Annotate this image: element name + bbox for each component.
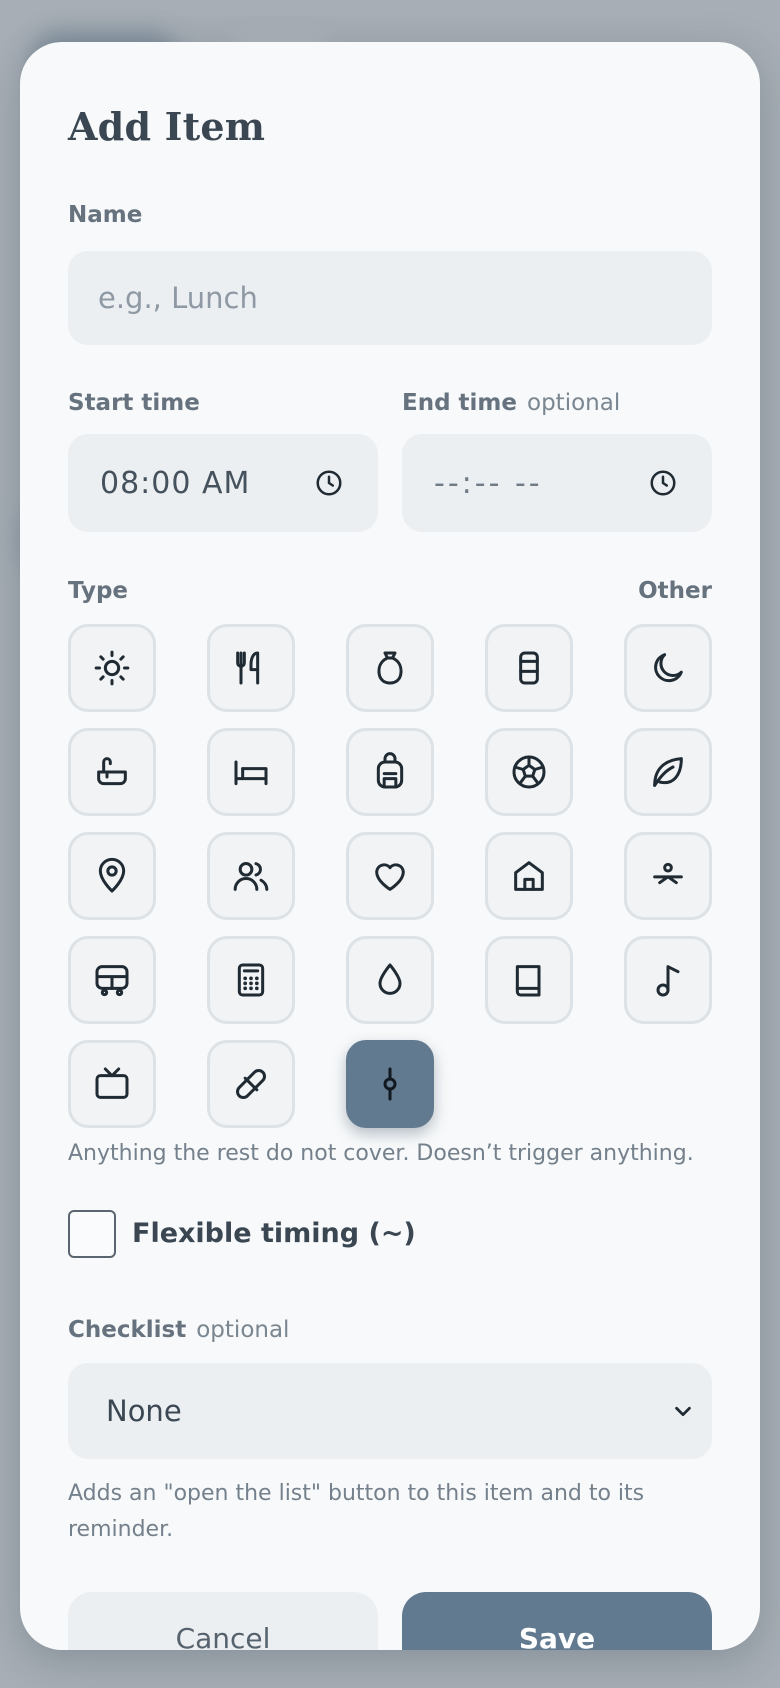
end-time-optional: optional bbox=[527, 390, 621, 416]
backpack-icon bbox=[376, 752, 404, 789]
end-time-label: End time optional bbox=[402, 390, 620, 416]
utensils-icon bbox=[236, 651, 260, 685]
end-time-value: --:-- -- bbox=[434, 465, 543, 501]
type-option-medicine[interactable] bbox=[207, 1040, 295, 1128]
type-option-school[interactable] bbox=[346, 728, 434, 816]
map-pin-icon bbox=[98, 857, 126, 893]
dialog-title: Add Item bbox=[68, 104, 266, 149]
checklist-label: Checklist optional bbox=[68, 1317, 289, 1343]
soccer-ball-icon bbox=[512, 755, 546, 789]
checklist-select-value: None bbox=[106, 1394, 182, 1428]
type-option-sun[interactable] bbox=[68, 624, 156, 712]
name-label: Name bbox=[68, 202, 143, 228]
music-note-icon bbox=[656, 965, 680, 997]
checklist-select[interactable]: None bbox=[68, 1363, 712, 1459]
type-option-math[interactable] bbox=[207, 936, 295, 1024]
checklist-hint: Adds an "open the list" button to this i… bbox=[68, 1481, 645, 1542]
sun-icon bbox=[94, 650, 130, 686]
name-field[interactable] bbox=[68, 251, 712, 345]
swimmer-icon bbox=[653, 862, 683, 885]
start-time-field[interactable]: 08:00 AM bbox=[68, 434, 378, 532]
type-hint: Anything the rest do not cover. Doesn’t … bbox=[68, 1141, 694, 1166]
type-option-other[interactable] bbox=[346, 1040, 434, 1128]
end-time-field[interactable]: --:-- -- bbox=[402, 434, 712, 532]
heart-icon bbox=[375, 863, 405, 891]
bed-icon bbox=[234, 760, 268, 786]
type-label: Type bbox=[68, 578, 129, 604]
type-option-transport[interactable] bbox=[68, 936, 156, 1024]
type-option-swim[interactable] bbox=[624, 832, 712, 920]
flexible-timing-checkbox[interactable] bbox=[68, 1210, 116, 1258]
clock-icon[interactable] bbox=[314, 468, 344, 498]
moon-icon bbox=[654, 653, 683, 683]
type-option-water[interactable] bbox=[346, 936, 434, 1024]
checklist-optional: optional bbox=[196, 1317, 290, 1343]
type-option-place[interactable] bbox=[68, 832, 156, 920]
add-item-dialog: Add Item Name Start time End time optiona… bbox=[20, 42, 760, 1650]
pill-icon bbox=[236, 1069, 266, 1099]
end-time-label-text: End time bbox=[402, 390, 517, 416]
selected-type-name: Other bbox=[638, 578, 712, 604]
chevron-down-icon bbox=[675, 1406, 691, 1417]
tv-icon bbox=[95, 1067, 129, 1099]
calculator-icon bbox=[237, 963, 265, 997]
type-option-sleep[interactable] bbox=[207, 728, 295, 816]
sack-icon bbox=[377, 651, 403, 685]
type-option-meal[interactable] bbox=[207, 624, 295, 712]
clock-icon[interactable] bbox=[648, 468, 678, 498]
home-icon bbox=[514, 861, 544, 891]
cancel-button[interactable]: Cancel bbox=[68, 1592, 378, 1650]
users-icon bbox=[233, 862, 269, 891]
type-option-drink[interactable] bbox=[485, 624, 573, 712]
type-option-health[interactable] bbox=[346, 832, 434, 920]
start-time-label: Start time bbox=[68, 390, 200, 416]
type-option-social[interactable] bbox=[207, 832, 295, 920]
bus-icon bbox=[95, 965, 129, 997]
type-option-home[interactable] bbox=[485, 832, 573, 920]
name-input[interactable] bbox=[68, 281, 712, 315]
save-button[interactable]: Save bbox=[402, 1592, 712, 1650]
type-option-nature[interactable] bbox=[624, 728, 712, 816]
flexible-timing-label[interactable]: Flexible timing (~) bbox=[132, 1218, 416, 1249]
book-icon bbox=[515, 965, 541, 997]
start-time-value: 08:00 AM bbox=[100, 465, 251, 501]
type-option-music[interactable] bbox=[624, 936, 712, 1024]
bath-icon bbox=[97, 757, 127, 786]
type-picker-grid bbox=[68, 624, 712, 1128]
type-option-tv[interactable] bbox=[68, 1040, 156, 1128]
type-option-sport[interactable] bbox=[485, 728, 573, 816]
cup-icon bbox=[519, 651, 539, 685]
type-option-bath[interactable] bbox=[68, 728, 156, 816]
checklist-label-text: Checklist bbox=[68, 1317, 187, 1343]
type-option-sack[interactable] bbox=[346, 624, 434, 712]
type-option-night[interactable] bbox=[624, 624, 712, 712]
type-option-reading[interactable] bbox=[485, 936, 573, 1024]
commit-icon bbox=[383, 1067, 397, 1101]
leaf-icon bbox=[653, 757, 683, 787]
droplet-icon bbox=[378, 963, 402, 995]
